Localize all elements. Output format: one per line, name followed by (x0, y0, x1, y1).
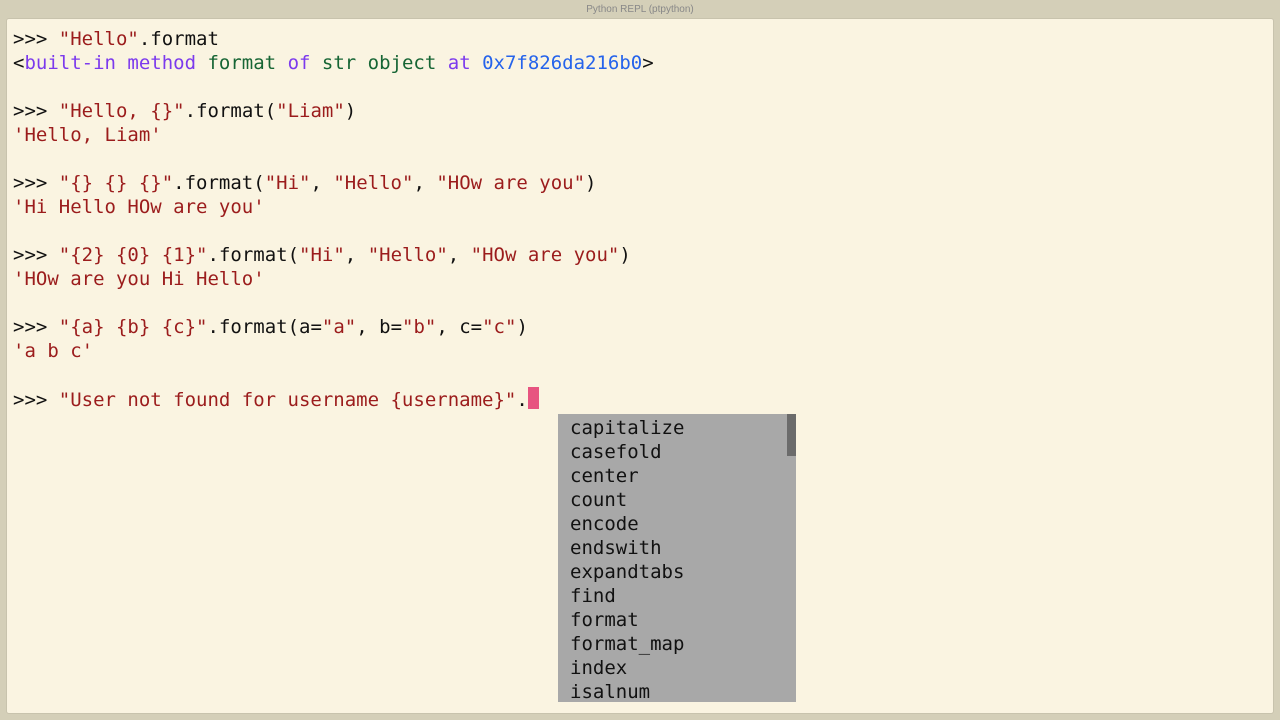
code-token: "Hello" (59, 28, 139, 50)
completion-scrollbar-thumb[interactable] (787, 414, 796, 456)
code-token: "Hello" (333, 172, 413, 194)
completion-item[interactable]: encode (568, 512, 796, 536)
code-token: object (368, 52, 437, 74)
input-line: >>> "{} {} {}".format("Hi", "Hello", "HO… (13, 171, 1267, 195)
input-line: >>> "{a} {b} {c}".format(a="a", b="b", c… (13, 315, 1267, 339)
prompt: >>> (13, 244, 59, 266)
input-line: >>> "Hello".format (13, 27, 1267, 51)
code-token: 'HOw are you Hi Hello' (13, 268, 265, 290)
blank-line (13, 147, 1267, 171)
code-token: ( (253, 172, 264, 194)
code-token: str (322, 52, 356, 74)
code-token: , (448, 244, 471, 266)
code-token: format (219, 244, 288, 266)
code-token: format (207, 52, 276, 74)
code-token: . (173, 172, 184, 194)
code-token: , (345, 244, 368, 266)
code-token: "{2} {0} {1}" (59, 244, 208, 266)
code-token: "Liam" (276, 100, 345, 122)
code-token: "Hi" (265, 172, 311, 194)
code-token: . (207, 316, 218, 338)
blank-line (13, 219, 1267, 243)
code-token: "User not found for username {username}" (59, 389, 517, 411)
text-cursor (528, 387, 539, 409)
code-token: . (185, 100, 196, 122)
code-token: format (219, 316, 288, 338)
output-line: 'HOw are you Hi Hello' (13, 267, 1267, 291)
code-token: ) (585, 172, 596, 194)
code-token: format (185, 172, 254, 194)
code-token: ) (516, 316, 527, 338)
input-line: >>> "{2} {0} {1}".format("Hi", "Hello", … (13, 243, 1267, 267)
input-line: >>> "Hello, {}".format("Liam") (13, 99, 1267, 123)
code-token: ( (265, 100, 276, 122)
code-token: . (139, 28, 150, 50)
completion-item[interactable]: find (568, 584, 796, 608)
code-token: a= (299, 316, 322, 338)
code-token: "{} {} {}" (59, 172, 173, 194)
code-token: , c= (436, 316, 482, 338)
repl-history: >>> "Hello".format<built-in method forma… (13, 27, 1267, 387)
code-token: "HOw are you" (471, 244, 620, 266)
code-token: "b" (402, 316, 436, 338)
blank-line (13, 363, 1267, 387)
completion-item[interactable]: format_map (568, 632, 796, 656)
window-title: Python REPL (ptpython) (586, 4, 693, 15)
code-token: "Hello, {}" (59, 100, 185, 122)
prompt: >>> (13, 100, 59, 122)
code-token: "HOw are you" (436, 172, 585, 194)
output-line: 'Hi Hello HOw are you' (13, 195, 1267, 219)
code-token: , (413, 172, 436, 194)
completion-item[interactable]: format (568, 608, 796, 632)
prompt: >>> (13, 316, 59, 338)
completion-popup[interactable]: capitalizecasefoldcentercountencodeendsw… (558, 414, 796, 702)
completion-item[interactable]: index (568, 656, 796, 680)
code-token: ( (288, 244, 299, 266)
code-token (356, 52, 367, 74)
code-token: of (276, 52, 322, 74)
code-token: > (642, 52, 653, 74)
completion-item[interactable]: count (568, 488, 796, 512)
code-token: 'Hello, Liam' (13, 124, 162, 146)
completion-item[interactable]: capitalize (568, 416, 796, 440)
code-token: < (13, 52, 24, 74)
output-line: <built-in method format of str object at… (13, 51, 1267, 75)
code-token: "Hello" (368, 244, 448, 266)
completion-item[interactable]: expandtabs (568, 560, 796, 584)
code-token: at (436, 52, 482, 74)
completion-item[interactable]: endswith (568, 536, 796, 560)
code-token: , (310, 172, 333, 194)
blank-line (13, 75, 1267, 99)
prompt: >>> (13, 172, 59, 194)
output-line: 'a b c' (13, 339, 1267, 363)
prompt: >>> (13, 389, 59, 411)
code-token: "a" (322, 316, 356, 338)
code-token: "{a} {b} {c}" (59, 316, 208, 338)
terminal-pane[interactable]: >>> "Hello".format<built-in method forma… (6, 18, 1274, 714)
code-token: ) (619, 244, 630, 266)
code-token: "c" (482, 316, 516, 338)
prompt: >>> (13, 28, 59, 50)
current-line[interactable]: >>> "User not found for username {userna… (13, 387, 1267, 412)
code-token: . (516, 389, 527, 411)
code-token: . (207, 244, 218, 266)
code-token: built-in method (24, 52, 207, 74)
completion-item[interactable]: center (568, 464, 796, 488)
code-token: "Hi" (299, 244, 345, 266)
code-token: format (150, 28, 219, 50)
code-token: , b= (356, 316, 402, 338)
code-token: 0x7f826da216b0 (482, 52, 642, 74)
code-token: 'a b c' (13, 340, 93, 362)
completion-item[interactable]: isalnum (568, 680, 796, 702)
blank-line (13, 291, 1267, 315)
code-token: ( (288, 316, 299, 338)
code-token: ) (345, 100, 356, 122)
window-titlebar: Python REPL (ptpython) (0, 0, 1280, 18)
completion-scrollbar[interactable] (787, 414, 796, 702)
code-token: 'Hi Hello HOw are you' (13, 196, 265, 218)
code-token: format (196, 100, 265, 122)
output-line: 'Hello, Liam' (13, 123, 1267, 147)
completion-item[interactable]: casefold (568, 440, 796, 464)
